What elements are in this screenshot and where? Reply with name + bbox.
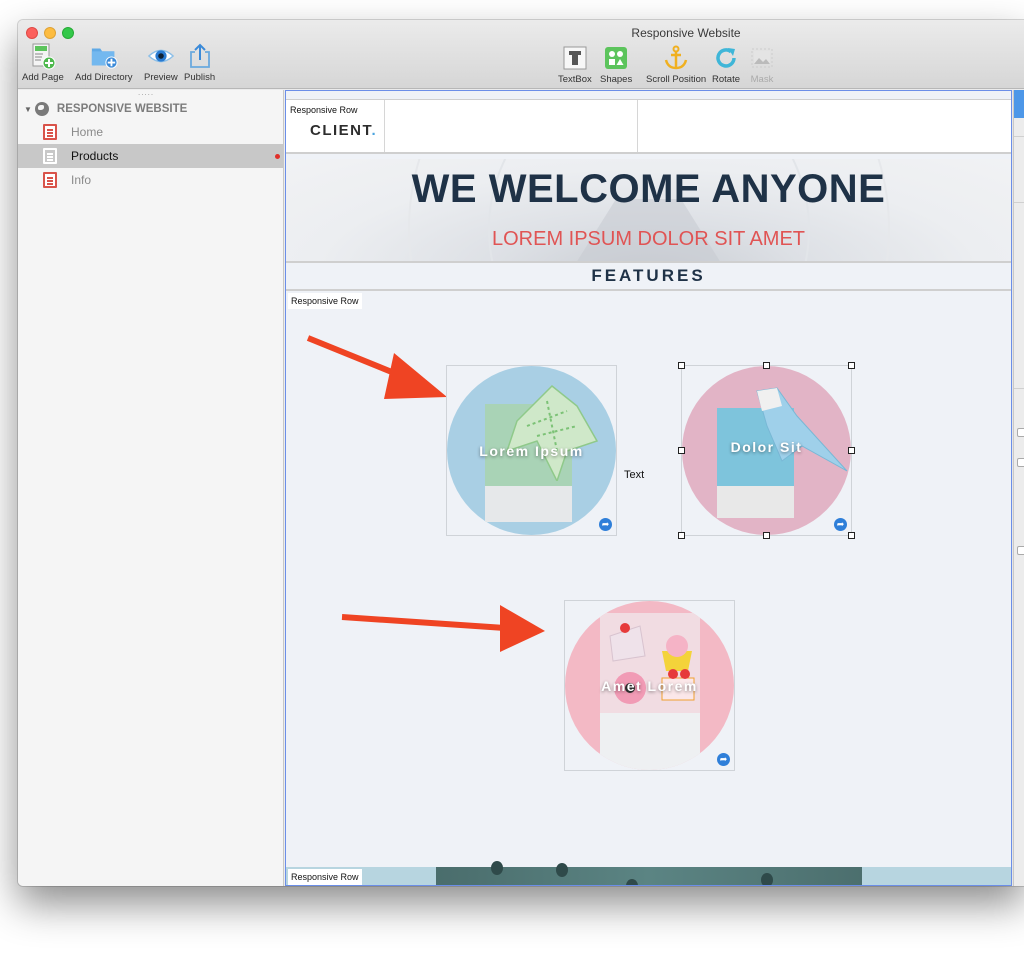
window-title: Responsive Website	[631, 26, 741, 40]
scroll-position-tool-button[interactable]: Scroll Position	[646, 44, 706, 85]
hero-section[interactable]: WE WELCOME ANYONE LOREM IPSUM DOLOR SIT …	[286, 159, 1011, 263]
row-label: Responsive Row	[288, 102, 360, 118]
resize-handle-s[interactable]	[763, 532, 770, 539]
share-icon	[186, 42, 214, 70]
feature-card-selected[interactable]: Dolor Sit ➦	[678, 362, 855, 539]
resize-handle-se[interactable]	[848, 532, 855, 539]
image-detail	[761, 873, 773, 885]
client-logo[interactable]: CLIENT.	[310, 122, 377, 139]
mask-icon	[748, 44, 776, 72]
disclosure-triangle-icon[interactable]: ▼	[24, 105, 32, 114]
inspector-panel	[1013, 90, 1024, 886]
bottom-row[interactable]: Responsive Row	[286, 861, 1011, 885]
add-page-icon	[29, 42, 57, 70]
card-label[interactable]: Dolor Sit	[682, 439, 851, 455]
resize-handle-n[interactable]	[763, 362, 770, 369]
rotate-icon	[712, 44, 740, 72]
image-detail	[556, 863, 568, 877]
globe-icon	[34, 102, 49, 116]
unsaved-changes-indicator	[275, 153, 280, 159]
publish-button[interactable]: Publish	[184, 42, 215, 83]
page-canvas[interactable]: Responsive Row CLIENT. WE WELCOME ANYONE…	[285, 90, 1012, 886]
hero-subtitle[interactable]: LOREM IPSUM DOLOR SIT AMET	[286, 228, 1011, 251]
textbox-tool-button[interactable]: TextBox	[558, 44, 592, 85]
header-cell-logo[interactable]: Responsive Row CLIENT.	[286, 100, 385, 152]
shapes-tool-button[interactable]: Shapes	[600, 44, 632, 85]
mask-tool-button[interactable]: Mask	[748, 44, 776, 85]
bottom-row-image	[436, 861, 862, 885]
preview-button[interactable]: Preview	[144, 42, 178, 83]
header-cell-middle[interactable]	[385, 100, 638, 152]
feature-card[interactable]: Lorem Ipsum ➦	[446, 365, 617, 536]
inspector-checkbox[interactable]	[1017, 546, 1024, 555]
rotate-tool-button[interactable]: Rotate	[712, 44, 740, 85]
link-icon[interactable]: ➦	[834, 518, 847, 531]
anchor-icon	[662, 44, 690, 72]
sidebar-item-info[interactable]: Info	[18, 168, 284, 192]
divider	[1014, 388, 1024, 389]
annotation-arrow	[306, 335, 447, 399]
sidebar-resize-handle[interactable]: .....	[138, 89, 154, 97]
shapes-icon	[602, 44, 630, 72]
card-label[interactable]: Amet Lorem	[565, 678, 734, 694]
card-label[interactable]: Lorem Ipsum	[447, 443, 616, 459]
resize-handle-sw[interactable]	[678, 532, 685, 539]
image-detail	[491, 861, 503, 875]
link-icon[interactable]: ➦	[717, 753, 730, 766]
image-detail	[626, 879, 638, 885]
resize-handle-e[interactable]	[848, 447, 855, 454]
toolbar: Responsive Website Add Page Add Director…	[18, 20, 1024, 89]
site-tree-root[interactable]: ▼ RESPONSIVE WEBSITE	[24, 102, 187, 116]
inspector-checkbox[interactable]	[1017, 428, 1024, 437]
resize-handle-w[interactable]	[678, 447, 685, 454]
resize-handle-ne[interactable]	[848, 362, 855, 369]
page-icon	[43, 172, 57, 188]
sidebar-item-products[interactable]: Products	[18, 144, 284, 168]
add-directory-button[interactable]: Add Directory	[75, 42, 133, 83]
divider	[1014, 136, 1024, 137]
sidebar: ..... ▼ RESPONSIVE WEBSITE Home Products…	[18, 89, 284, 886]
header-cell-right[interactable]	[638, 100, 1011, 152]
page-icon	[43, 124, 57, 140]
textbox-icon	[561, 44, 589, 72]
features-heading[interactable]: FEATURES	[286, 263, 1011, 291]
app-window: Responsive Website Add Page Add Director…	[18, 20, 1024, 886]
text-element[interactable]: Text	[624, 469, 644, 481]
hero-title[interactable]: WE WELCOME ANYONE	[286, 167, 1011, 212]
sidebar-item-home[interactable]: Home	[18, 120, 284, 144]
annotation-arrow	[341, 605, 545, 652]
inspector-tab-bar[interactable]	[1014, 90, 1024, 118]
canvas-area[interactable]: Responsive Row CLIENT. WE WELCOME ANYONE…	[285, 90, 1013, 886]
add-directory-icon	[90, 42, 118, 70]
inspector-checkbox[interactable]	[1017, 458, 1024, 467]
page-icon	[43, 148, 57, 164]
resize-handle-nw[interactable]	[678, 362, 685, 369]
row-label: Responsive Row	[288, 869, 362, 885]
add-page-button[interactable]: Add Page	[22, 42, 64, 83]
divider	[1014, 202, 1024, 203]
link-icon[interactable]: ➦	[599, 518, 612, 531]
header-row[interactable]: Responsive Row CLIENT.	[286, 99, 1011, 154]
row-label: Responsive Row	[288, 293, 362, 309]
eye-icon	[147, 42, 175, 70]
feature-card[interactable]: Amet Lorem ➦	[564, 600, 735, 771]
